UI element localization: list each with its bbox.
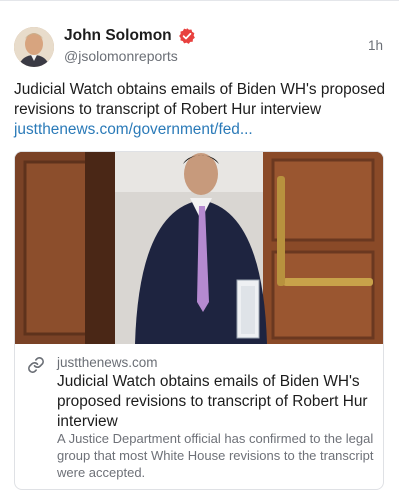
post-body: Judicial Watch obtains emails of Biden W… [14,81,386,118]
link-icon [27,356,45,374]
card-domain: justthenews.com [57,355,158,370]
name-row: John Solomon [64,25,196,47]
post-timestamp[interactable]: 1h [368,38,383,53]
post-link[interactable]: justthenews.com/government/fed... [14,120,389,140]
verified-badge-icon [178,27,196,45]
post-header: John Solomon @jsolomonreports 1h [14,25,389,71]
post-card[interactable]: John Solomon @jsolomonreports 1h Judicia… [0,0,399,500]
link-preview-image [15,152,383,344]
card-description: A Justice Department official has confir… [57,431,374,480]
card-title[interactable]: Judicial Watch obtains emails of Biden W… [57,372,375,432]
post-text: Judicial Watch obtains emails of Biden W… [14,80,389,140]
link-preview-card[interactable]: justthenews.com Judicial Watch obtains e… [14,151,384,490]
author-name[interactable]: John Solomon [64,27,172,45]
author-handle[interactable]: @jsolomonreports [64,48,178,64]
avatar[interactable] [14,27,54,67]
avatar-photo [14,27,54,67]
